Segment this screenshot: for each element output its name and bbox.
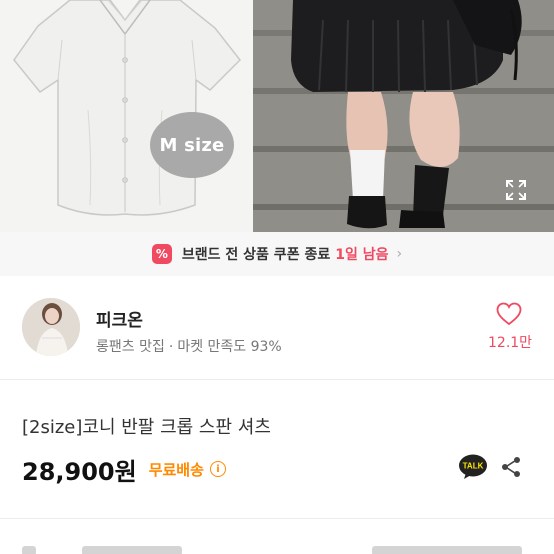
- coupon-icon: %: [151, 244, 172, 264]
- shirt-illustration: [13, 0, 241, 216]
- like-count: 12.1만: [488, 335, 533, 351]
- cut-off-content: [22, 546, 36, 554]
- section-divider: [0, 518, 554, 519]
- talk-label: TALK: [463, 462, 484, 471]
- chevron-right-icon: ›: [396, 246, 403, 262]
- seller-avatar[interactable]: [22, 298, 80, 356]
- avatar-image: [22, 298, 80, 356]
- share-icon[interactable]: [500, 456, 522, 478]
- coupon-remaining: 1일 남음: [335, 247, 389, 263]
- product-image-carousel[interactable]: M size: [0, 0, 554, 232]
- product-price: 28,900원: [22, 457, 137, 486]
- coupon-text: 브랜드 전 상품 쿠폰 종료: [181, 247, 331, 263]
- seller-meta: 롱팬츠 맛집 · 마켓 만족도 93%: [96, 336, 282, 356]
- seller-name[interactable]: 피크온: [96, 306, 143, 331]
- seller-section[interactable]: 피크온 롱팬츠 맛집 · 마켓 만족도 93% 12.1만: [0, 276, 554, 380]
- product-image-model[interactable]: [253, 0, 554, 232]
- next-section-preview: [22, 542, 532, 554]
- seller-tagline: 롱팬츠 맛집: [96, 339, 165, 355]
- expand-icon[interactable]: [504, 178, 528, 202]
- price-row: 28,900원 무료배송 i: [22, 452, 532, 486]
- product-title: [2size]코니 반팔 크롭 스판 셔츠: [22, 417, 271, 438]
- cut-off-content: [82, 546, 182, 554]
- shipping-label: 무료배송: [148, 460, 204, 479]
- coupon-banner[interactable]: % 브랜드 전 상품 쿠폰 종료 1일 남음 ›: [0, 232, 554, 276]
- cut-off-content: [372, 546, 522, 554]
- heart-icon[interactable]: [496, 302, 522, 326]
- talk-chat-icon[interactable]: TALK: [458, 454, 488, 480]
- separator: ·: [168, 339, 174, 355]
- info-icon[interactable]: i: [209, 461, 226, 477]
- size-badge: M size: [150, 112, 234, 178]
- seller-satisfaction: 마켓 만족도 93%: [177, 339, 282, 355]
- product-image-shirt[interactable]: M size: [0, 0, 253, 232]
